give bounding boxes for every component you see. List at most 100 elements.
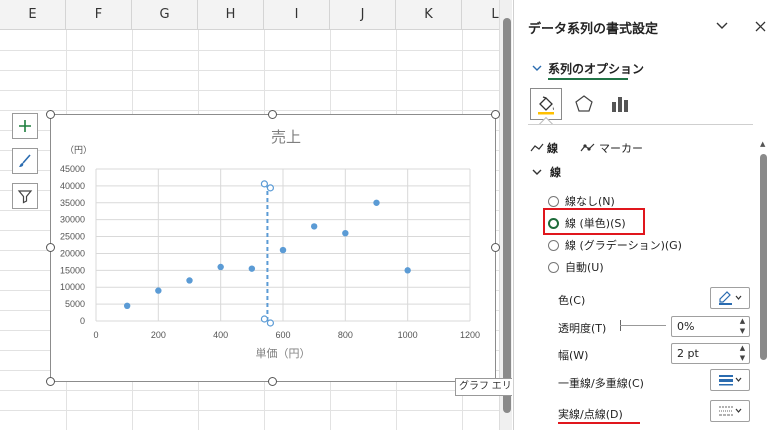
sheet-vertical-scrollbar[interactable] xyxy=(499,0,512,430)
column-header-bar: E F G H I J K L xyxy=(0,0,512,30)
pane-options-button[interactable] xyxy=(712,16,732,36)
width-input[interactable]: 2 pt ▲ ▼ xyxy=(671,343,750,364)
x-tick-label: 400 xyxy=(213,330,228,340)
plus-icon xyxy=(19,120,31,132)
pentagon-icon xyxy=(575,95,593,112)
spin-down-icon[interactable]: ▼ xyxy=(740,328,745,335)
y-tick-label: 30000 xyxy=(60,215,85,225)
data-point[interactable] xyxy=(404,267,411,274)
compound-type-label: 一重線/多重線(C) xyxy=(558,377,644,390)
chart-area-tooltip: グラフ エリア xyxy=(455,378,512,396)
compound-type-picker[interactable] xyxy=(710,369,750,391)
radio-automatic[interactable]: 自動(U) xyxy=(548,259,604,275)
spin-up-icon[interactable]: ▲ xyxy=(740,345,745,352)
radio-no-line[interactable]: 線なし(N) xyxy=(548,193,615,209)
resize-handle-right[interactable] xyxy=(491,243,500,252)
chevron-down-icon xyxy=(532,169,542,175)
tab-line-label: 線 xyxy=(547,142,558,155)
resize-handle-top[interactable] xyxy=(268,110,277,119)
y-tick-label: 35000 xyxy=(60,198,85,208)
line-color-picker[interactable] xyxy=(710,287,750,309)
spin-arrows[interactable]: ▲ ▼ xyxy=(738,345,747,362)
pane-title: データ系列の書式設定 xyxy=(528,22,659,37)
chart-area[interactable]: 売上 （円） 0 5000 10000 15000 20000 25000 30000 35000… xyxy=(50,114,496,382)
resize-handle-left[interactable] xyxy=(46,243,55,252)
spin-down-icon[interactable]: ▼ xyxy=(740,355,745,362)
series-options-underline xyxy=(548,78,628,80)
data-point[interactable] xyxy=(310,223,318,230)
x-tick-label: 800 xyxy=(338,330,353,340)
selected-point-handle[interactable] xyxy=(266,319,275,327)
data-point[interactable] xyxy=(373,199,380,206)
y-tick-label: 5000 xyxy=(65,299,85,309)
fill-line-category-button[interactable] xyxy=(530,88,562,120)
tab-marker[interactable]: マーカー xyxy=(580,140,643,156)
line-icon xyxy=(530,143,544,152)
column-header-k[interactable]: K xyxy=(396,0,462,30)
resize-handle-bottom[interactable] xyxy=(268,377,277,386)
scroll-up-icon[interactable]: ▲ xyxy=(760,140,765,148)
radio-button[interactable] xyxy=(548,261,559,273)
grid-row-line xyxy=(0,410,512,411)
resize-handle-bottom-left[interactable] xyxy=(46,377,55,386)
format-data-series-pane: データ系列の書式設定 系列のオプション 線 マーカー 線 線なし(N) 線 (単… xyxy=(513,0,768,430)
x-tick-label: 1000 xyxy=(398,330,418,340)
transparency-slider[interactable] xyxy=(620,325,666,326)
radio-button[interactable] xyxy=(548,195,559,207)
series-options-category-button[interactable] xyxy=(604,88,636,120)
column-header-g[interactable]: G xyxy=(132,0,198,30)
radio-gradient-line[interactable]: 線 (グラデーション)(G) xyxy=(548,237,682,253)
sheet-scrollbar-thumb[interactable] xyxy=(503,18,511,413)
x-tick-label: 0 xyxy=(93,330,98,340)
column-header-j[interactable]: J xyxy=(330,0,396,30)
worksheet[interactable]: E F G H I J K L 売上 （円） 0 5000 10000 15000 2000… xyxy=(0,0,512,430)
dash-type-picker[interactable] xyxy=(710,400,750,422)
radio-button[interactable] xyxy=(548,239,559,251)
pane-scrollbar-thumb[interactable] xyxy=(760,154,767,360)
pane-close-button[interactable] xyxy=(750,16,768,36)
data-point[interactable] xyxy=(186,277,193,284)
transparency-input[interactable]: 0% ▲ ▼ xyxy=(671,316,750,337)
spin-up-icon[interactable]: ▲ xyxy=(740,318,745,325)
chart-filters-button[interactable] xyxy=(12,183,38,209)
brush-icon xyxy=(19,154,31,167)
effects-category-button[interactable] xyxy=(568,88,600,120)
chevron-down-icon xyxy=(532,65,542,71)
selected-point-handle[interactable] xyxy=(260,180,269,188)
grid-row-line xyxy=(0,90,512,91)
data-point[interactable] xyxy=(217,263,224,271)
column-header-h[interactable]: H xyxy=(198,0,264,30)
resize-handle-top-right[interactable] xyxy=(491,110,500,119)
chart-styles-button[interactable] xyxy=(12,148,38,174)
tab-line[interactable]: 線 xyxy=(530,140,558,156)
bar-chart-icon xyxy=(612,97,628,112)
data-point[interactable] xyxy=(123,302,131,309)
selected-point-handle[interactable] xyxy=(260,315,269,323)
spin-arrows[interactable]: ▲ ▼ xyxy=(738,318,747,335)
series-options-label: 系列のオプション xyxy=(548,61,645,76)
color-label: 色(C) xyxy=(558,294,586,307)
compound-lines-icon xyxy=(719,375,742,386)
data-point[interactable] xyxy=(279,246,287,254)
column-header-e[interactable]: E xyxy=(0,0,66,30)
x-tick-label: 1200 xyxy=(460,330,480,340)
chart-title[interactable]: 売上 xyxy=(271,129,301,146)
chart-elements-button[interactable] xyxy=(12,113,38,139)
resize-handle-top-left[interactable] xyxy=(46,110,55,119)
annotation-highlight-box xyxy=(543,208,645,235)
selected-point-handle[interactable] xyxy=(266,184,275,192)
width-label: 幅(W) xyxy=(558,349,589,362)
marker-icon xyxy=(580,143,595,152)
data-point[interactable] xyxy=(342,229,349,237)
grid-row-line xyxy=(0,70,512,71)
data-point[interactable] xyxy=(248,265,256,272)
column-header-i[interactable]: I xyxy=(264,0,330,30)
line-section-header[interactable]: 線 xyxy=(532,164,561,180)
transparency-value: 0% xyxy=(677,320,695,333)
scatter-chart[interactable]: 売上（円）05000100001500020000250003000035000… xyxy=(51,115,497,383)
column-header-f[interactable]: F xyxy=(66,0,132,30)
radio-automatic-label: 自動(U) xyxy=(565,261,604,274)
pane-vertical-scrollbar[interactable]: ▲ xyxy=(758,140,768,430)
data-point[interactable] xyxy=(155,287,162,294)
y-tick-label: 10000 xyxy=(60,282,85,292)
